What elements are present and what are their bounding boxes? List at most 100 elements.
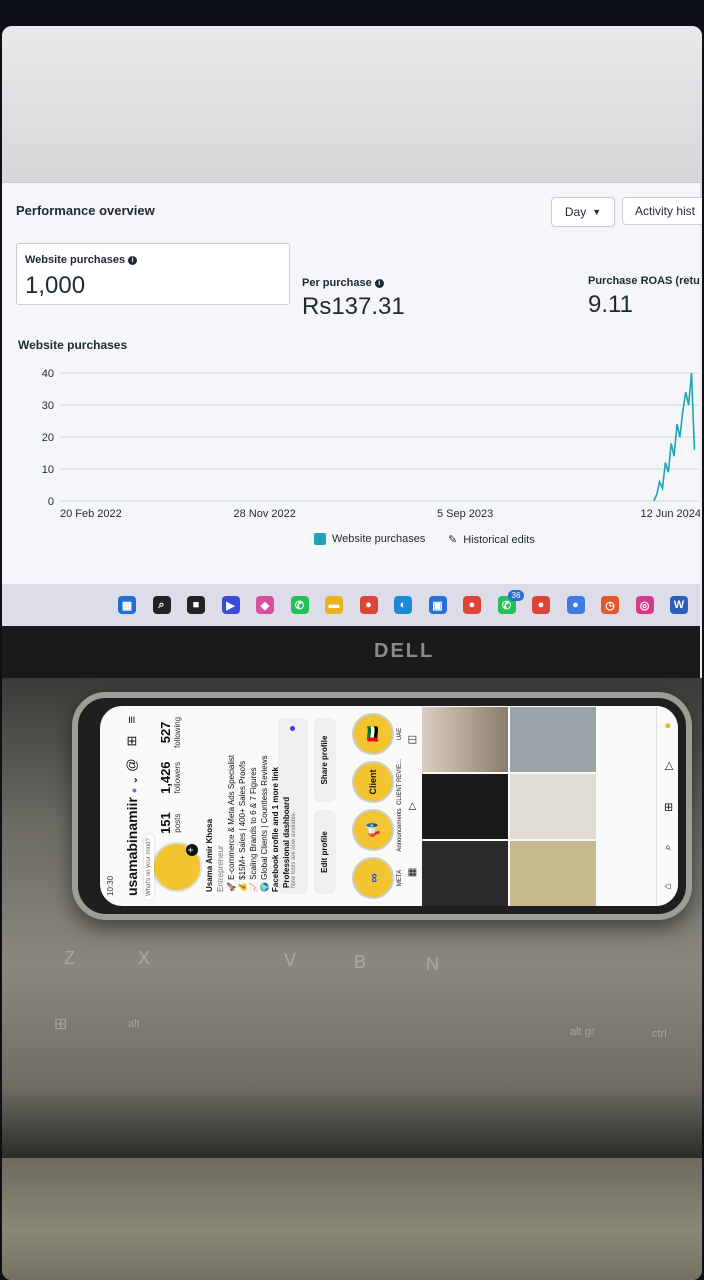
whatsapp-icon[interactable]: ✆ [290, 596, 309, 614]
historical-edit-icon: ✎ [448, 534, 458, 546]
search-icon[interactable]: ⌕ [662, 844, 675, 850]
top-actions: @ ⊞ ≡ [124, 716, 140, 772]
metric-value: 1,000 [25, 272, 86, 299]
windows-start-icon[interactable]: ▦ [118, 596, 136, 614]
chrome-icon-4[interactable]: ● [566, 596, 585, 614]
dashboard-title: Professional dashboard [282, 796, 291, 888]
activity-history-button[interactable]: Activity hist [622, 197, 702, 225]
add-story-icon[interactable]: + [186, 844, 198, 856]
task-view-icon[interactable]: ■ [187, 596, 205, 614]
tagged-tab-icon[interactable]: ◫ [407, 735, 418, 744]
day-dropdown[interactable]: Day ▼ [551, 197, 615, 227]
metric-card-selected[interactable]: Website purchases i 1,000 [16, 243, 290, 305]
create-icon[interactable]: ⊞ [662, 803, 675, 812]
photo-background: Performance overview Day ▼ Activity hist… [2, 26, 702, 1280]
y-tick-label: 40 [42, 368, 54, 380]
megaphone-icon: 📢 [352, 809, 394, 851]
stat-following[interactable]: 527 following [158, 717, 182, 748]
post-tile[interactable] [510, 841, 596, 906]
bio-line: 📈 Scaling Brands to 6 & 7 Figures [249, 767, 258, 892]
legend-swatch [314, 533, 326, 545]
chrome-icon[interactable]: ● [359, 596, 378, 614]
key-z: Z [64, 948, 75, 968]
stat-followers[interactable]: 1,426 followers [158, 761, 182, 794]
phone-screen: 10:30 usamabinamiir ● ⌄ @ ⊞ ≡ + What's o… [100, 706, 678, 906]
info-icon: i [128, 256, 138, 265]
x-tick-label: 28 Nov 2022 [233, 508, 295, 520]
bottom-nav: ⌂ ⌕ ⊞ ▷ ● [656, 706, 678, 906]
highlight-uae[interactable]: 🇦🇪 UAE [352, 710, 403, 758]
page-title: Performance overview [16, 203, 155, 218]
post-tile[interactable] [510, 774, 596, 839]
post-tile[interactable] [422, 707, 508, 772]
profile-category: Entrepreneur [216, 845, 225, 892]
store-icon[interactable]: ▣ [428, 596, 447, 614]
threads-icon[interactable]: @ [124, 759, 140, 772]
instagram-profile: 10:30 usamabinamiir ● ⌄ @ ⊞ ≡ + What's o… [100, 706, 678, 906]
monitor-screen: Performance overview Day ▼ Activity hist… [2, 182, 702, 585]
reels-tab-icon[interactable]: ▷ [407, 802, 418, 810]
uae-flag-icon: 🇦🇪 [352, 713, 394, 755]
story-frame: Performance overview Day ▼ Activity hist… [0, 0, 704, 1280]
dashboard-subtitle: New tools are now available. [291, 811, 297, 888]
instagram-icon[interactable]: ◎ [635, 596, 654, 614]
day-label: Day [564, 205, 587, 219]
profile-tabs: ▦ ▷ ◫ [402, 706, 423, 906]
metric-label: Website purchases i [25, 254, 138, 266]
legend-series[interactable]: Website purchases [314, 533, 425, 545]
smartphone: 10:30 usamabinamiir ● ⌄ @ ⊞ ≡ + What's o… [72, 692, 692, 920]
notification-dot [290, 726, 295, 731]
share-profile-button[interactable]: Share profile [314, 718, 336, 802]
chrome-icon-2[interactable]: ● [463, 596, 481, 614]
info-icon: i [374, 279, 384, 288]
y-tick-label: 10 [42, 464, 54, 476]
highlight-announcements[interactable]: 📢 Announcements [352, 806, 403, 854]
file-explorer-icon[interactable]: ▬ [325, 596, 343, 614]
wall [2, 26, 702, 182]
home-icon[interactable]: ⌂ [662, 883, 674, 890]
legend-edits[interactable]: ✎ Historical edits [448, 533, 535, 547]
highlight-meta[interactable]: ∞ META [352, 854, 403, 902]
post-tile[interactable] [510, 707, 596, 772]
legend-series-label: Website purchases [332, 533, 426, 545]
key-v: V [284, 950, 297, 970]
professional-dashboard[interactable]: Professional dashboard New tools are now… [278, 718, 308, 894]
caret-down-icon: ▼ [592, 207, 602, 217]
y-tick-label: 30 [42, 400, 54, 412]
metric-value: Rs137.31 [302, 293, 405, 320]
grid-tab-icon[interactable]: ▦ [407, 868, 418, 877]
metric-label: Purchase ROAS (retu [588, 275, 700, 287]
desk-surface [2, 1158, 702, 1280]
profile-name: Usama Amir Khosa [205, 818, 214, 892]
note-bubble[interactable]: What's on your mind? [144, 834, 154, 900]
highlight-client-reviews[interactable]: Client CLIENT REVIE... [352, 758, 403, 806]
stat-posts[interactable]: 151 posts [158, 812, 182, 834]
verified-icon: ● [129, 787, 139, 794]
meet-icon[interactable]: ▶ [221, 596, 240, 614]
copilot-icon[interactable]: ◆ [256, 596, 274, 614]
chrome-icon-3[interactable]: ● [532, 596, 550, 614]
x-tick-label: 20 Feb 2022 [60, 508, 122, 520]
status-time: 10:30 [106, 875, 115, 896]
clock-icon[interactable]: ◷ [601, 596, 619, 614]
new-post-icon[interactable]: ⊞ [124, 736, 140, 747]
metric-value: 9.11 [588, 291, 633, 318]
activity-label: Activity hist [635, 204, 696, 218]
reels-icon[interactable]: ▷ [662, 762, 675, 770]
profile-icon[interactable]: ● [662, 722, 674, 729]
bio-line: 🌍 Global Clients | Countless Reviews [260, 755, 269, 892]
chart-title: Website purchases [18, 338, 128, 352]
menu-icon[interactable]: ≡ [124, 716, 140, 724]
edge-icon[interactable]: ◐ [394, 596, 412, 614]
notification-badge: 36 [507, 590, 525, 601]
key-ctrl: ctrl [652, 1028, 667, 1040]
word-icon[interactable]: W [670, 596, 688, 614]
post-tile[interactable] [422, 774, 508, 839]
search-icon[interactable]: ⌕ [152, 596, 171, 614]
key-alt: alt [128, 1018, 140, 1030]
website-purchases-chart: 0 10 20 30 40 20 Feb 2022 28 Nov 2022 5 Sep 202… [42, 368, 700, 520]
edit-profile-button[interactable]: Edit profile [314, 810, 336, 894]
x-tick-label: 5 Sep 2023 [437, 508, 493, 520]
post-tile[interactable] [422, 841, 508, 906]
username[interactable]: usamabinamiir ● ⌄ [124, 776, 140, 896]
